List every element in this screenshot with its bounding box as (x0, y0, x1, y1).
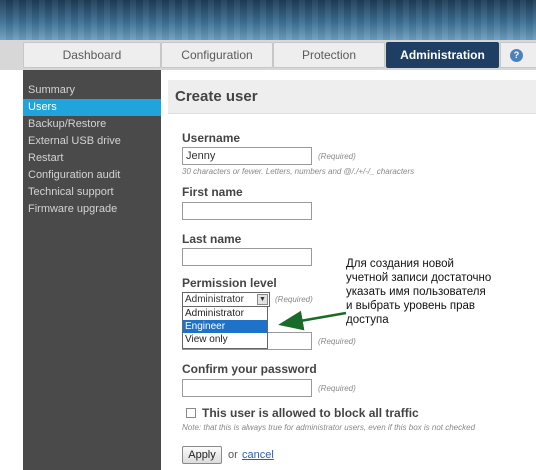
annotation-arrow (278, 310, 347, 331)
arrow-line (278, 310, 347, 331)
